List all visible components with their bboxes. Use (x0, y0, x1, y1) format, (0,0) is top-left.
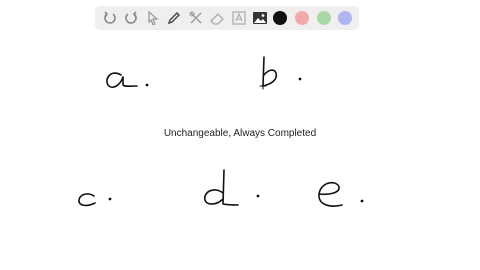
handwritten-letter-e (318, 181, 364, 207)
handwritten-letter-a (106, 72, 149, 88)
handwritten-letter-c (78, 193, 112, 207)
handwritten-letter-b (259, 56, 302, 90)
whiteboard-caption: Unchangeable, Always Completed (163, 128, 317, 139)
handwritten-letter-d (204, 169, 260, 206)
